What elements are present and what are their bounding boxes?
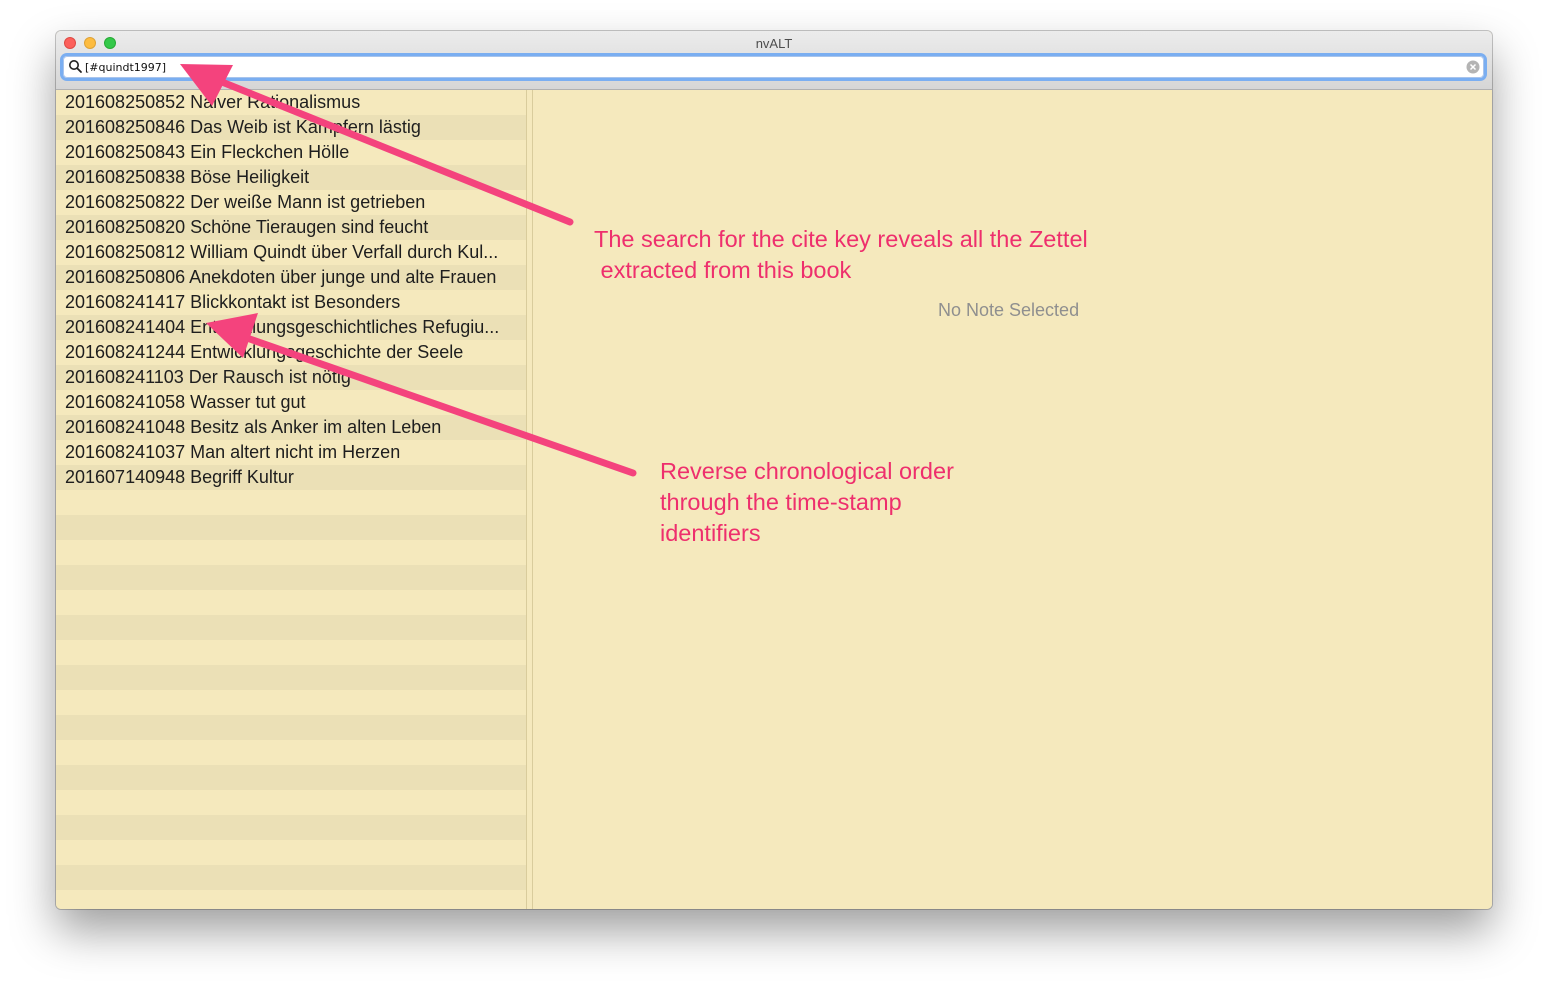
no-note-selected-label: No Note Selected <box>938 300 1080 320</box>
clear-search-icon[interactable] <box>1466 60 1480 74</box>
empty-list-row <box>56 515 526 540</box>
empty-list-row <box>56 540 526 565</box>
note-list-item[interactable]: 201608241244 Entwicklungsgeschichte der … <box>56 340 526 365</box>
note-list-item[interactable]: 201608250838 Böse Heiligkeit <box>56 165 526 190</box>
title-bar: nvALT <box>56 31 1492 90</box>
note-list-item[interactable]: 201608241048 Besitz als Anker im alten L… <box>56 415 526 440</box>
empty-list-row <box>56 490 526 515</box>
note-list-item[interactable]: 201607140948 Begriff Kultur <box>56 465 526 490</box>
note-list-item[interactable]: 201608250806 Anekdoten über junge und al… <box>56 265 526 290</box>
annotation-order: Reverse chronological order through the … <box>660 458 954 546</box>
empty-list-row <box>56 565 526 590</box>
note-list-item[interactable]: 201608250852 Naiver Rationalismus <box>56 90 526 115</box>
note-list-item[interactable]: 201608250822 Der weiße Mann ist getriebe… <box>56 190 526 215</box>
empty-list-row <box>56 715 526 740</box>
note-list-item[interactable]: 201608250812 William Quindt über Verfall… <box>56 240 526 265</box>
note-list-item[interactable]: 201608241058 Wasser tut gut <box>56 390 526 415</box>
empty-list-row <box>56 590 526 615</box>
empty-list-row <box>56 790 526 815</box>
note-list-item[interactable]: 201608250846 Das Weib ist Kämpfern lästi… <box>56 115 526 140</box>
pane-splitter[interactable] <box>526 90 533 909</box>
empty-list-row <box>56 665 526 690</box>
empty-list-row <box>56 890 526 909</box>
window-title: nvALT <box>755 36 793 51</box>
empty-list-row <box>56 765 526 790</box>
note-list-item[interactable]: 201608250843 Ein Fleckchen Hölle <box>56 140 526 165</box>
empty-list-row <box>56 815 526 840</box>
note-list-item[interactable]: 201608241103 Der Rausch ist nötig <box>56 365 526 390</box>
empty-list-row <box>56 865 526 890</box>
note-list-item[interactable]: 201608250820 Schöne Tieraugen sind feuch… <box>56 215 526 240</box>
annotation-search: The search for the cite key reveals all … <box>594 226 1088 283</box>
empty-list-row <box>56 740 526 765</box>
search-field[interactable] <box>63 56 1484 78</box>
note-list-item[interactable]: 201608241404 Entwicklungsgeschichtliches… <box>56 315 526 340</box>
search-input[interactable] <box>85 57 1455 77</box>
note-list[interactable]: 201608250852 Naiver Rationalismus 2016082… <box>56 90 526 909</box>
empty-list-row <box>56 840 526 865</box>
note-list-item[interactable]: 201608241417 Blickkontakt ist Besonders <box>56 290 526 315</box>
empty-list-row <box>56 690 526 715</box>
note-list-item[interactable]: 201608241037 Man altert nicht im Herzen <box>56 440 526 465</box>
empty-list-row <box>56 640 526 665</box>
search-icon <box>69 60 82 73</box>
empty-list-row <box>56 615 526 640</box>
